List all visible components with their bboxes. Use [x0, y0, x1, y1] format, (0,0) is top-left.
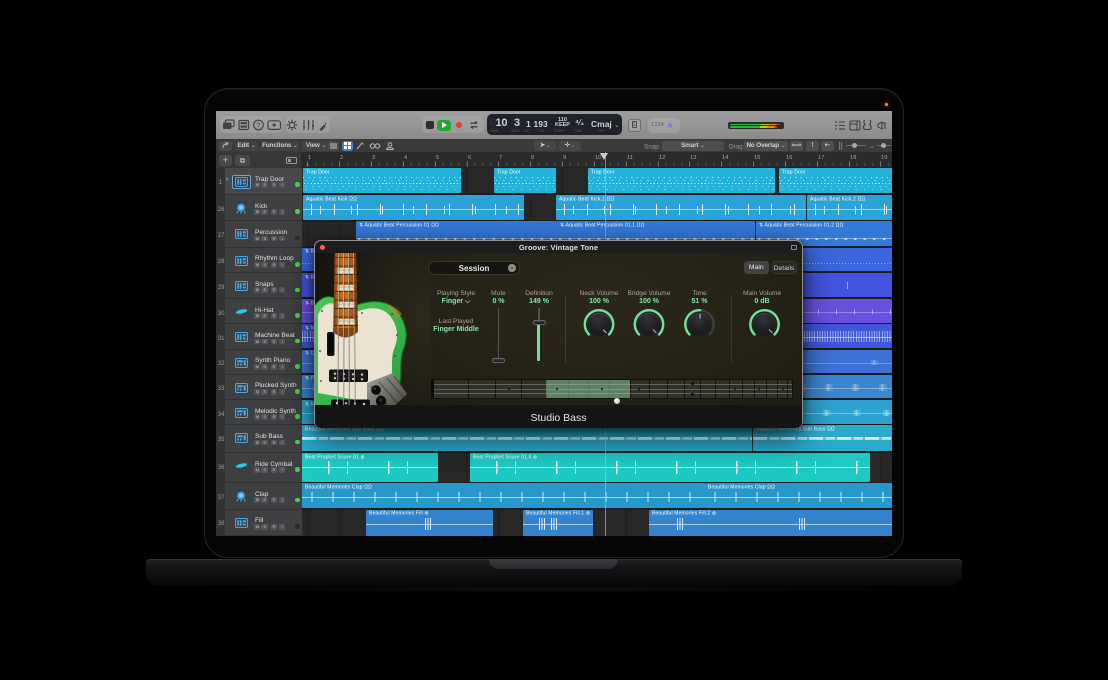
- svg-text:?: ?: [256, 121, 260, 130]
